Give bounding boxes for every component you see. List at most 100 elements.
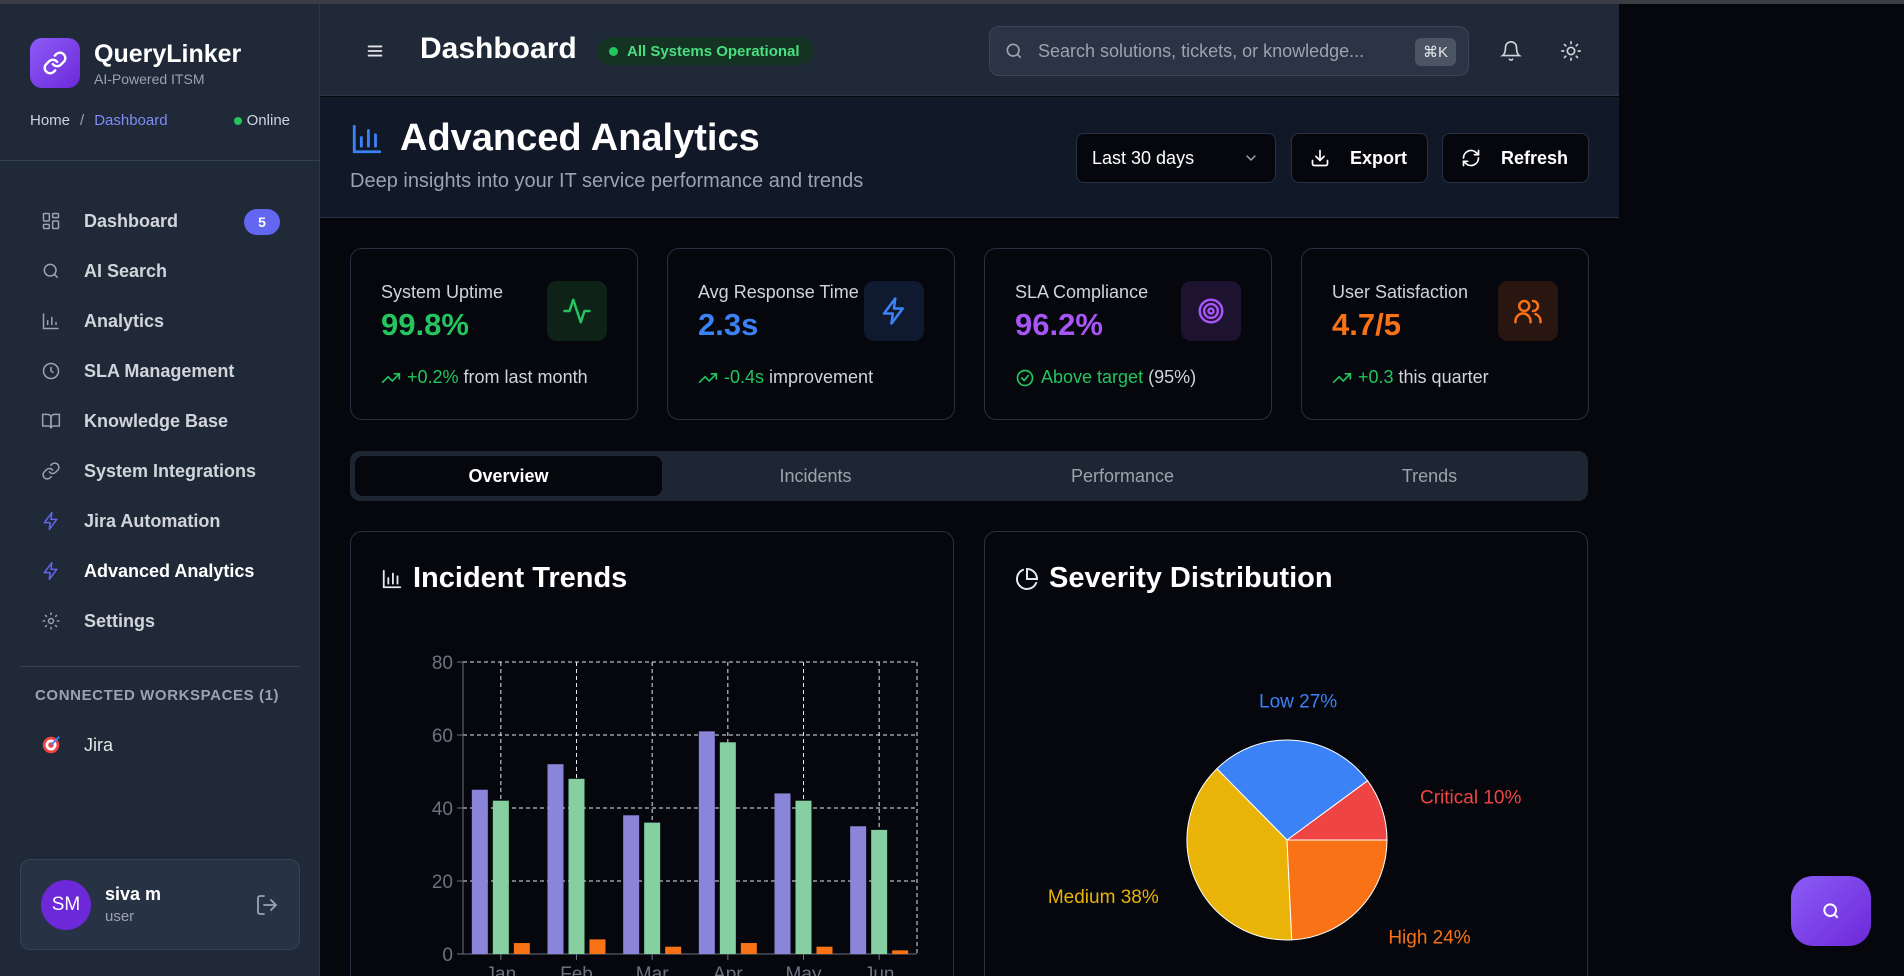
y-tick-label: 20: [432, 872, 453, 893]
tab-overview[interactable]: Overview: [355, 456, 662, 496]
stat-note: from last month: [463, 367, 588, 387]
refresh-icon: [1462, 149, 1480, 167]
sidebar-item-label: Settings: [84, 610, 156, 631]
app-subtitle: AI-Powered ITSM: [94, 70, 205, 87]
online-status: Online: [233, 112, 290, 129]
page-subtitle: Deep insights into your IT service perfo…: [350, 170, 864, 192]
notification-badge: 5: [244, 209, 280, 235]
bar-critical: [740, 943, 757, 954]
pie-slice-high: [1286, 839, 1388, 941]
stat-delta: Above target: [1041, 367, 1144, 387]
panel-title: Severity Distribution: [1015, 562, 1333, 595]
trend-up-icon: [381, 372, 401, 383]
pie-label: Critical 10%: [1420, 787, 1521, 808]
sidebar-item-ai-search[interactable]: AI Search: [20, 246, 300, 296]
stat-label: SLA Compliance: [1015, 282, 1149, 302]
x-tick-label: Mar: [636, 964, 669, 976]
x-tick-label: Feb: [560, 964, 593, 976]
sidebar-item-label: Analytics: [84, 310, 165, 331]
refresh-button[interactable]: Refresh: [1442, 133, 1589, 183]
app-name: QueryLinker: [94, 39, 242, 68]
sidebar-item-sla-management[interactable]: SLA Management: [20, 346, 300, 396]
bar-total-incidents: [547, 764, 564, 954]
y-tick-label: 60: [432, 726, 453, 747]
grid-icon: [40, 210, 62, 232]
user-card[interactable]: SM siva m user: [20, 859, 300, 950]
x-tick-label: Jun: [864, 964, 895, 976]
main-content: Advanced Analytics Deep insights into yo…: [320, 97, 1619, 976]
bar-chart-icon: [382, 569, 402, 588]
sidebar-item-settings[interactable]: Settings: [20, 596, 300, 646]
stat-value: 2.3s: [698, 307, 759, 342]
incident-trends-panel: Incident Trends 0 20 40 60 80 Jan Feb Mar Apr May…: [350, 531, 954, 976]
sidebar-item-label: Dashboard: [84, 210, 179, 231]
sidebar-item-label: AI Search: [84, 260, 168, 281]
tab-performance[interactable]: Performance: [969, 456, 1276, 496]
sidebar-item-system-integrations[interactable]: System Integrations: [20, 446, 300, 496]
bar-resolved: [719, 742, 736, 954]
bar-critical: [513, 943, 530, 954]
bar-critical: [816, 946, 833, 954]
y-tick-label: 80: [432, 653, 453, 674]
menu-icon[interactable]: [364, 40, 386, 62]
pie-label: High 24%: [1388, 928, 1470, 949]
link-icon: [40, 460, 62, 482]
export-button[interactable]: Export: [1291, 133, 1428, 183]
bar-total-incidents: [850, 826, 867, 954]
severity-pie-chart: Critical 10% Low 27% Medium 38% High 24%: [1048, 691, 1522, 949]
breadcrumb-current[interactable]: Dashboard: [94, 112, 167, 129]
y-tick-label: 0: [442, 945, 453, 966]
stat-card-sla-compliance: SLA Compliance 96.2% Above target (95%): [984, 248, 1272, 420]
date-range-select[interactable]: Last 30 days: [1076, 133, 1276, 183]
sidebar-item-knowledge-base[interactable]: Knowledge Base: [20, 396, 300, 446]
stat-label: System Uptime: [381, 282, 504, 302]
sidebar-item-advanced-analytics[interactable]: Advanced Analytics: [20, 546, 300, 596]
check-circle-icon: [1016, 369, 1034, 386]
ai-search-fab[interactable]: [1791, 876, 1871, 946]
target-icon: [42, 736, 60, 754]
bar-resolved: [795, 800, 812, 954]
logout-icon[interactable]: [255, 893, 279, 917]
sidebar-item-dashboard[interactable]: Dashboard 5: [20, 196, 300, 246]
download-icon: [1311, 149, 1329, 167]
tab-trends[interactable]: Trends: [1276, 456, 1583, 496]
y-tick-label: 40: [432, 799, 453, 820]
brand[interactable]: QueryLinker AI-Powered ITSM: [30, 38, 241, 88]
sidebar: QueryLinker AI-Powered ITSM Home / Dashb…: [0, 4, 320, 976]
page-title: Advanced Analytics: [400, 117, 760, 159]
search-input[interactable]: [1038, 40, 1398, 62]
activity-icon: [547, 281, 607, 341]
sidebar-nav: Dashboard 5 AI Search Analytics SLA Mana…: [20, 196, 300, 646]
x-tick-label: Apr: [713, 964, 743, 976]
stat-delta: +0.3: [1358, 367, 1394, 387]
sidebar-item-analytics[interactable]: Analytics: [20, 296, 300, 346]
sun-icon[interactable]: [1560, 40, 1582, 62]
bell-icon[interactable]: [1500, 40, 1522, 62]
search-bar[interactable]: ⌘K: [989, 26, 1469, 76]
stat-footnote: +0.2% from last month: [381, 367, 588, 388]
stat-footnote: Above target (95%): [1015, 367, 1196, 388]
page-header: Advanced Analytics Deep insights into yo…: [320, 97, 1619, 218]
bar-total-incidents: [774, 793, 791, 954]
tab-incidents[interactable]: Incidents: [662, 456, 969, 496]
bolt-icon: [40, 510, 62, 532]
link-logo-icon: [30, 38, 80, 88]
bolt-icon: [40, 560, 62, 582]
stat-card-response-time: Avg Response Time 2.3s -0.4s improvement: [667, 248, 955, 420]
bar-critical: [589, 939, 606, 954]
stat-card-uptime: System Uptime 99.8% +0.2% from last mont…: [350, 248, 638, 420]
gear-icon: [40, 610, 62, 632]
trend-up-icon: [698, 372, 718, 383]
sidebar-item-label: SLA Management: [84, 360, 235, 381]
sidebar-item-jira-automation[interactable]: Jira Automation: [20, 496, 300, 546]
stat-footnote: -0.4s improvement: [698, 367, 873, 388]
target-icon: [1181, 281, 1241, 341]
workspace-item-jira[interactable]: Jira: [40, 734, 113, 756]
breadcrumb: Home / Dashboard Online: [30, 112, 290, 129]
tab-bar: Overview Incidents Performance Trends: [350, 451, 1588, 501]
stat-delta: -0.4s: [724, 367, 765, 387]
breadcrumb-home[interactable]: Home: [30, 112, 70, 129]
pie-label: Medium 38%: [1048, 887, 1159, 908]
bar-critical: [665, 946, 682, 954]
stat-value: 96.2%: [1015, 307, 1103, 342]
